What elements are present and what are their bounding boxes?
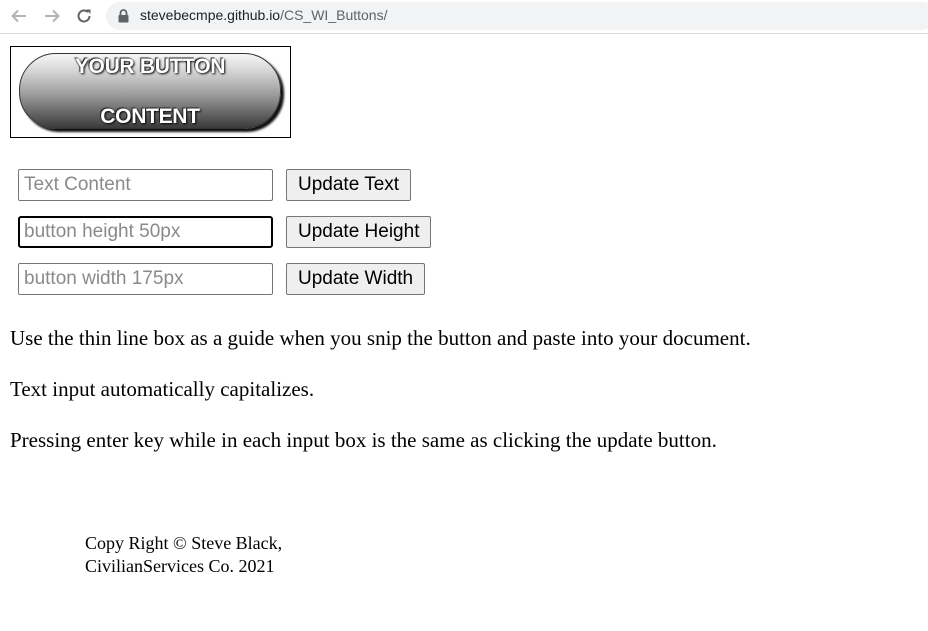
button-preview-line1: YOUR BUTTON: [74, 54, 226, 78]
url-text: stevebecmpe.github.io/CS_WI_Buttons/: [140, 7, 387, 23]
copyright-footer: Copy Right © Steve Black, CivilianServic…: [85, 532, 282, 578]
address-bar[interactable]: stevebecmpe.github.io/CS_WI_Buttons/: [106, 2, 928, 30]
button-preview: YOUR BUTTON CONTENT: [19, 53, 281, 129]
button-preview-line2: CONTENT: [100, 104, 200, 128]
forward-button[interactable]: [41, 5, 63, 27]
copyright-line1: Copy Right © Steve Black,: [85, 533, 283, 553]
lock-icon: [118, 9, 129, 23]
url-host: stevebecmpe.github.io: [140, 7, 281, 23]
forward-arrow-icon: [45, 9, 60, 23]
instruction-enter-key: Pressing enter key while in each input b…: [10, 428, 717, 452]
browser-toolbar: stevebecmpe.github.io/CS_WI_Buttons/: [0, 0, 928, 34]
button-preview-text: YOUR BUTTON CONTENT: [50, 54, 250, 129]
button-preview-guide-box: YOUR BUTTON CONTENT: [10, 46, 291, 138]
url-path: /CS_WI_Buttons/: [280, 7, 388, 23]
instruction-guide-box: Use the thin line box as a guide when yo…: [10, 326, 751, 350]
copyright-line2: CivilianServices Co. 2021: [85, 556, 275, 576]
reload-icon: [77, 9, 91, 23]
back-arrow-icon: [11, 9, 26, 23]
reload-button[interactable]: [73, 5, 95, 27]
button-height-input[interactable]: [18, 216, 273, 248]
button-width-input[interactable]: [18, 263, 273, 295]
instruction-capitalize: Text input automatically capitalizes.: [10, 377, 315, 401]
text-content-input[interactable]: [18, 169, 273, 201]
update-height-button[interactable]: Update Height: [286, 216, 432, 248]
update-width-button[interactable]: Update Width: [286, 263, 426, 295]
back-button[interactable]: [8, 5, 30, 27]
update-text-button[interactable]: Update Text: [286, 169, 412, 201]
